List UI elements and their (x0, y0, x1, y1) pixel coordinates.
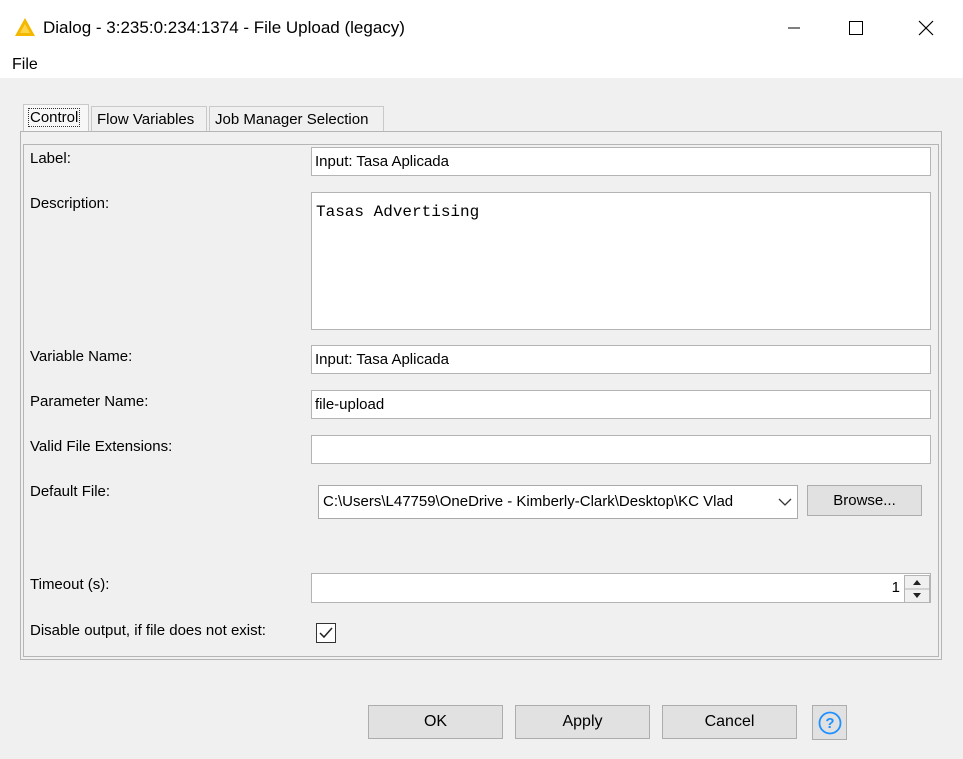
timeout-label: Timeout (s): (30, 576, 110, 593)
tab-control[interactable]: Control (23, 104, 89, 132)
label-field-label: Label: (30, 150, 71, 167)
minimize-icon (788, 27, 800, 29)
variable-name-label: Variable Name: (30, 348, 133, 365)
title-bar: Dialog - 3:235:0:234:1374 - File Upload … (0, 0, 963, 52)
question-icon: ? (818, 711, 841, 734)
disable-output-checkbox[interactable] (316, 623, 336, 643)
window-title: Dialog - 3:235:0:234:1374 - File Upload … (43, 18, 405, 37)
tab-flow-variables[interactable]: Flow Variables (91, 106, 207, 132)
chevron-down-icon (777, 494, 793, 510)
parameter-name-label: Parameter Name: (30, 393, 149, 410)
description-textarea[interactable]: Tasas Advertising (311, 192, 931, 330)
apply-button[interactable]: Apply (515, 705, 650, 739)
tab-job-manager-selection-label: Job Manager Selection (215, 111, 369, 128)
timeout-input[interactable]: 1 (311, 573, 931, 603)
valid-file-extensions-label: Valid File Extensions: (30, 438, 173, 455)
close-icon (918, 20, 934, 36)
svg-text:?: ? (825, 715, 834, 732)
label-input[interactable]: Input: Tasa Aplicada (311, 147, 931, 176)
help-button[interactable]: ? (812, 705, 847, 740)
default-file-value: C:\Users\L47759\OneDrive - Kimberly-Clar… (323, 493, 734, 510)
maximize-icon (849, 21, 863, 35)
parameter-name-input[interactable]: file-upload (311, 390, 931, 419)
browse-button[interactable]: Browse... (807, 485, 922, 516)
disable-output-label: Disable output, if file does not exist: (30, 622, 266, 639)
variable-name-input[interactable]: Input: Tasa Aplicada (311, 345, 931, 374)
default-file-label: Default File: (30, 483, 111, 500)
default-file-combobox[interactable]: C:\Users\L47759\OneDrive - Kimberly-Clar… (318, 485, 798, 519)
tab-flow-variables-label: Flow Variables (97, 111, 195, 128)
app-warning-icon (15, 18, 35, 36)
menu-file[interactable]: File (12, 56, 38, 74)
description-label: Description: (30, 195, 110, 212)
menu-bar: File (0, 52, 963, 78)
minimize-button[interactable] (771, 10, 817, 46)
cancel-button[interactable]: Cancel (662, 705, 797, 739)
tab-job-manager-selection[interactable]: Job Manager Selection (209, 106, 384, 132)
check-icon (319, 627, 333, 639)
close-button[interactable] (903, 10, 949, 46)
tab-control-label: Control (27, 108, 81, 127)
valid-file-extensions-input[interactable] (311, 435, 931, 464)
maximize-button[interactable] (833, 10, 879, 46)
ok-button[interactable]: OK (368, 705, 503, 739)
timeout-stepper[interactable] (904, 575, 930, 603)
